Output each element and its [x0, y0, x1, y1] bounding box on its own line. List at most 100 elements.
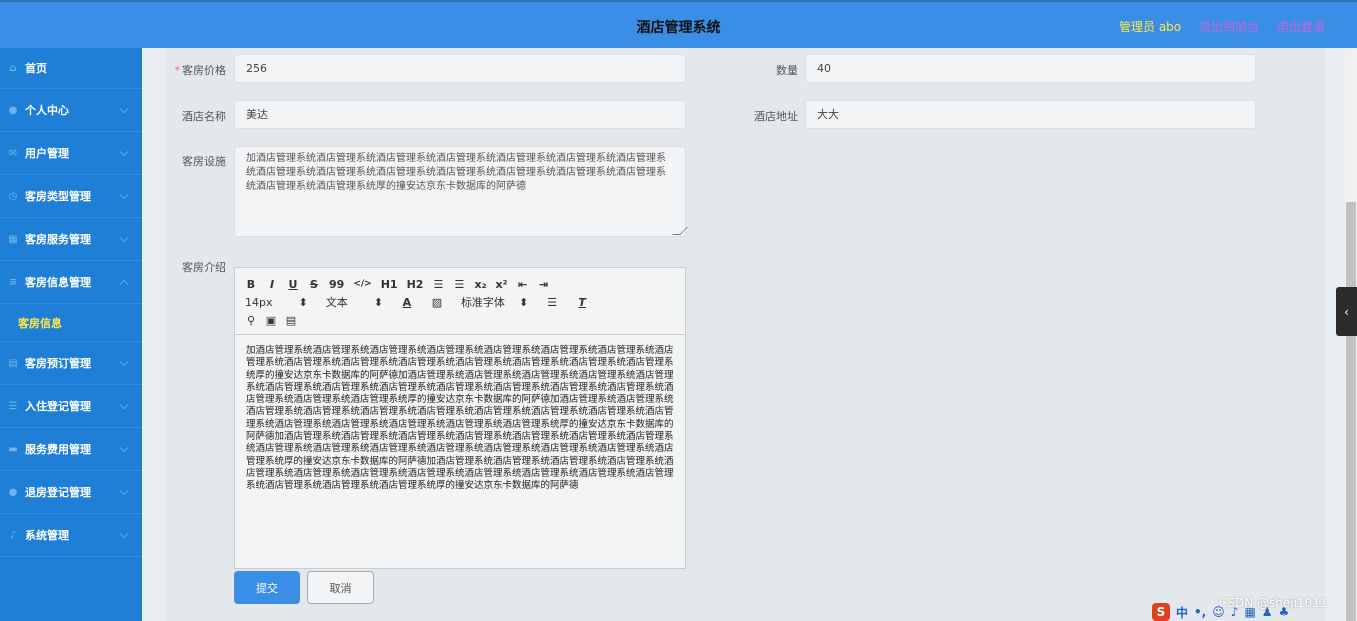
text-color-button[interactable]: A [401, 296, 413, 309]
sidebar-item-label: 入住登记管理 [25, 400, 91, 413]
quantity-input[interactable]: 40 [805, 54, 1256, 83]
header-select-value: 文本 [325, 296, 348, 309]
toolbar-row-3: ⚲ ▣ ▤ [245, 311, 675, 329]
cancel-button[interactable]: 取消 [307, 571, 374, 604]
image-icon[interactable]: ▣ [265, 314, 277, 327]
sidebar-item-checkin[interactable]: ☰ 入住登记管理 [0, 385, 142, 428]
chevron-down-icon [119, 233, 129, 243]
hotel-address-input[interactable]: 大大 [805, 100, 1256, 129]
price-label: * 客房价格 [174, 64, 227, 77]
submit-button[interactable]: 提交 [234, 571, 300, 604]
home-icon: ⌂ [9, 62, 17, 74]
resize-handle-icon[interactable] [672, 227, 688, 235]
list-icon: ≡ [8, 276, 18, 288]
italic-button[interactable]: I [266, 278, 278, 291]
sidebar-item-checkout[interactable]: ● 退房登记管理 [0, 471, 142, 514]
rich-text-editor[interactable]: B I U S 99 </> H1 H2 ☰ ☰ x₂ x² ⇤ ⇥ 14px ⬍… [234, 267, 686, 569]
chevron-down-icon [119, 529, 129, 539]
sidebar-item-room-services[interactable]: ▦ 客房服务管理 [0, 218, 142, 261]
superscript-button[interactable]: x² [495, 278, 507, 291]
sidebar-item-label: 用户管理 [25, 147, 69, 160]
facility-textarea[interactable]: 加酒店管理系统酒店管理系统酒店管理系统酒店管理系统酒店管理系统酒店管理系统酒店管… [234, 146, 688, 237]
background-color-icon[interactable]: ▨ [431, 296, 443, 309]
sidebar-item-label: 首页 [25, 62, 47, 75]
blockquote-button[interactable]: 99 [329, 278, 344, 291]
subscript-button[interactable]: x₂ [474, 278, 486, 291]
sidebar-item-label: 系统管理 [25, 529, 69, 542]
chevron-down-icon [119, 400, 129, 410]
sidebar-item-room-types[interactable]: ◷ 客房类型管理 [0, 175, 142, 218]
hotel-name-label: 酒店名称 [182, 110, 226, 123]
outdent-button[interactable]: ⇤ [516, 278, 528, 291]
list-icon: ☰ [8, 400, 18, 412]
mail-icon: ✉ [8, 147, 18, 159]
watermark-text: CSDN @sheji1011 [1219, 596, 1328, 610]
underline-button[interactable]: U [287, 278, 299, 291]
logout-link[interactable]: 退出登录 [1277, 18, 1325, 35]
current-user: 管理员 abo [1119, 20, 1182, 34]
mic-icon: ♪ [9, 529, 17, 541]
card-icon: ▬ [8, 443, 18, 455]
back-to-front-link[interactable]: 退出到前台 [1199, 18, 1259, 35]
scrollbar-thumb[interactable] [1346, 202, 1356, 621]
font-size-value: 14px [245, 295, 273, 309]
sidebar-item-label: 服务费用管理 [25, 443, 91, 456]
sidebar-item-label: 个人中心 [25, 104, 69, 117]
select-arrows-icon: ⬍ [518, 295, 529, 309]
strike-button[interactable]: S [308, 278, 320, 291]
chevron-down-icon [119, 104, 129, 114]
indent-button[interactable]: ⇥ [537, 278, 549, 291]
sidebar-item-label: 退房登记管理 [25, 486, 91, 499]
h1-button[interactable]: H1 [381, 278, 398, 291]
price-input[interactable]: 256 [234, 54, 686, 83]
select-arrows-icon: ⬍ [373, 295, 383, 309]
calendar-icon: ▤ [8, 357, 18, 369]
intro-label: 客房介绍 [182, 261, 226, 274]
sidebar-subitem-room-info[interactable]: 客房信息 [0, 304, 142, 342]
ime-chinese-icon: 中 [1176, 605, 1189, 620]
price-label-text: 客房价格 [182, 64, 226, 77]
font-size-select[interactable]: 14px ⬍ [245, 296, 308, 309]
code-block-button[interactable]: </> [353, 279, 371, 289]
facility-label: 客房设施 [182, 155, 226, 168]
drawer-toggle-button[interactable]: ‹ [1336, 287, 1357, 336]
sidebar-item-label: 客房类型管理 [25, 190, 91, 203]
sidebar: ⌂ 首页 ● 个人中心 ✉ 用户管理 ◷ 客房类型管理 ▦ 客房服务管理 ≡ 客… [0, 48, 142, 621]
align-icon[interactable]: ☰ [546, 296, 558, 309]
quantity-label: 数量 [776, 64, 798, 77]
video-icon[interactable]: ▤ [285, 314, 297, 327]
chevron-down-icon [119, 147, 129, 157]
font-family-select[interactable]: 标准字体 ⬍ [461, 294, 528, 310]
editor-content[interactable]: 加酒店管理系统酒店管理系统酒店管理系统酒店管理系统酒店管理系统酒店管理系统酒店管… [235, 335, 685, 568]
h2-button[interactable]: H2 [407, 278, 424, 291]
ime-punct-icon: •, [1194, 605, 1207, 619]
hotel-address-label: 酒店地址 [754, 110, 798, 123]
top-header: 酒店管理系统 管理员 abo 退出到前台 退出登录 [0, 0, 1357, 48]
chevron-left-icon: ‹ [1344, 304, 1349, 319]
toolbar-row-1: B I U S 99 </> H1 H2 ☰ ☰ x₂ x² ⇤ ⇥ [245, 275, 675, 293]
sidebar-item-booking[interactable]: ▤ 客房预订管理 [0, 342, 142, 385]
chevron-down-icon [119, 443, 129, 453]
sidebar-item-home[interactable]: ⌂ 首页 [0, 48, 142, 89]
chevron-down-icon [119, 486, 129, 496]
clock-icon: ◷ [8, 190, 18, 202]
sidebar-item-system[interactable]: ♪ 系统管理 [0, 514, 142, 557]
bullet-list-button[interactable]: ☰ [453, 278, 465, 291]
bold-button[interactable]: B [245, 278, 257, 291]
sidebar-item-users[interactable]: ✉ 用户管理 [0, 132, 142, 175]
ordered-list-button[interactable]: ☰ [432, 278, 444, 291]
hotel-name-input[interactable]: 美达 [234, 100, 686, 129]
header-select[interactable]: 文本 ⬍ [326, 294, 383, 310]
sidebar-item-label: 客房预订管理 [25, 357, 91, 370]
sidebar-item-fees[interactable]: ▬ 服务费用管理 [0, 428, 142, 471]
pin-icon: ● [8, 486, 18, 498]
link-icon[interactable]: ⚲ [245, 314, 257, 327]
toolbar-row-2: 14px ⬍ 文本 ⬍ A ▨ 标准字体 ⬍ ☰ T [245, 293, 675, 311]
sidebar-item-label: 客房信息管理 [25, 276, 91, 289]
chevron-down-icon [119, 190, 129, 200]
clear-format-icon[interactable]: T [576, 296, 588, 309]
sidebar-item-room-info[interactable]: ≡ 客房信息管理 [0, 261, 142, 304]
font-family-value: 标准字体 [460, 296, 505, 309]
facility-text: 加酒店管理系统酒店管理系统酒店管理系统酒店管理系统酒店管理系统酒店管理系统酒店管… [246, 153, 666, 192]
sidebar-item-profile[interactable]: ● 个人中心 [0, 89, 142, 132]
